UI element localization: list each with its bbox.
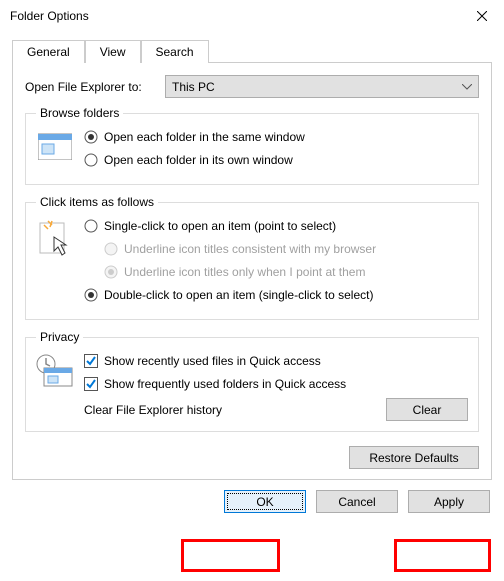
radio-icon[interactable] <box>84 219 98 233</box>
highlight-apply <box>394 539 491 572</box>
privacy-legend: Privacy <box>36 330 83 344</box>
opt-recent-files[interactable]: Show recently used files in Quick access <box>104 354 321 368</box>
checkbox-icon[interactable] <box>84 354 98 368</box>
browse-folders-group: Browse folders Open each folder in the s… <box>25 106 479 185</box>
click-items-group: Click items as follows Single-click to o… <box>25 195 479 320</box>
checkbox-icon[interactable] <box>84 377 98 391</box>
radio-icon[interactable] <box>84 130 98 144</box>
click-items-icon <box>36 217 74 309</box>
open-explorer-to-value: This PC <box>172 80 215 94</box>
title-bar: Folder Options <box>0 0 504 32</box>
chevron-down-icon <box>462 84 472 90</box>
radio-icon <box>104 242 118 256</box>
privacy-group: Privacy Show recently used files in Quic… <box>25 330 479 432</box>
apply-button[interactable]: Apply <box>408 490 490 513</box>
window-title: Folder Options <box>10 9 89 23</box>
opt-double-click[interactable]: Double-click to open an item (single-cli… <box>104 288 373 302</box>
tab-search[interactable]: Search <box>141 40 209 63</box>
dialog-buttons: OK Cancel Apply <box>0 480 504 523</box>
cancel-button[interactable]: Cancel <box>316 490 398 513</box>
radio-icon <box>104 265 118 279</box>
opt-single-click[interactable]: Single-click to open an item (point to s… <box>104 219 336 233</box>
tab-view[interactable]: View <box>85 40 141 63</box>
click-items-legend: Click items as follows <box>36 195 158 209</box>
tab-panel-general: Open File Explorer to: This PC Browse fo… <box>12 63 492 480</box>
clear-button[interactable]: Clear <box>386 398 468 421</box>
opt-frequent-folders[interactable]: Show frequently used folders in Quick ac… <box>104 377 346 391</box>
opt-own-window[interactable]: Open each folder in its own window <box>104 153 293 167</box>
clear-history-label: Clear File Explorer history <box>84 403 222 417</box>
tab-general[interactable]: General <box>12 40 85 63</box>
browse-folders-icon <box>36 128 74 174</box>
close-button[interactable] <box>459 0 504 32</box>
restore-defaults-button[interactable]: Restore Defaults <box>349 446 479 469</box>
radio-icon[interactable] <box>84 288 98 302</box>
privacy-icon <box>36 352 74 421</box>
opt-underline-point: Underline icon titles only when I point … <box>124 265 365 279</box>
radio-icon[interactable] <box>84 153 98 167</box>
tab-strip: General View Search <box>12 40 492 63</box>
close-icon <box>477 11 487 21</box>
opt-same-window[interactable]: Open each folder in the same window <box>104 130 305 144</box>
highlight-ok <box>181 539 280 572</box>
ok-button[interactable]: OK <box>224 490 306 513</box>
opt-underline-browser: Underline icon titles consistent with my… <box>124 242 376 256</box>
open-explorer-to-label: Open File Explorer to: <box>25 80 165 94</box>
browse-folders-legend: Browse folders <box>36 106 123 120</box>
open-explorer-to-select[interactable]: This PC <box>165 75 479 98</box>
